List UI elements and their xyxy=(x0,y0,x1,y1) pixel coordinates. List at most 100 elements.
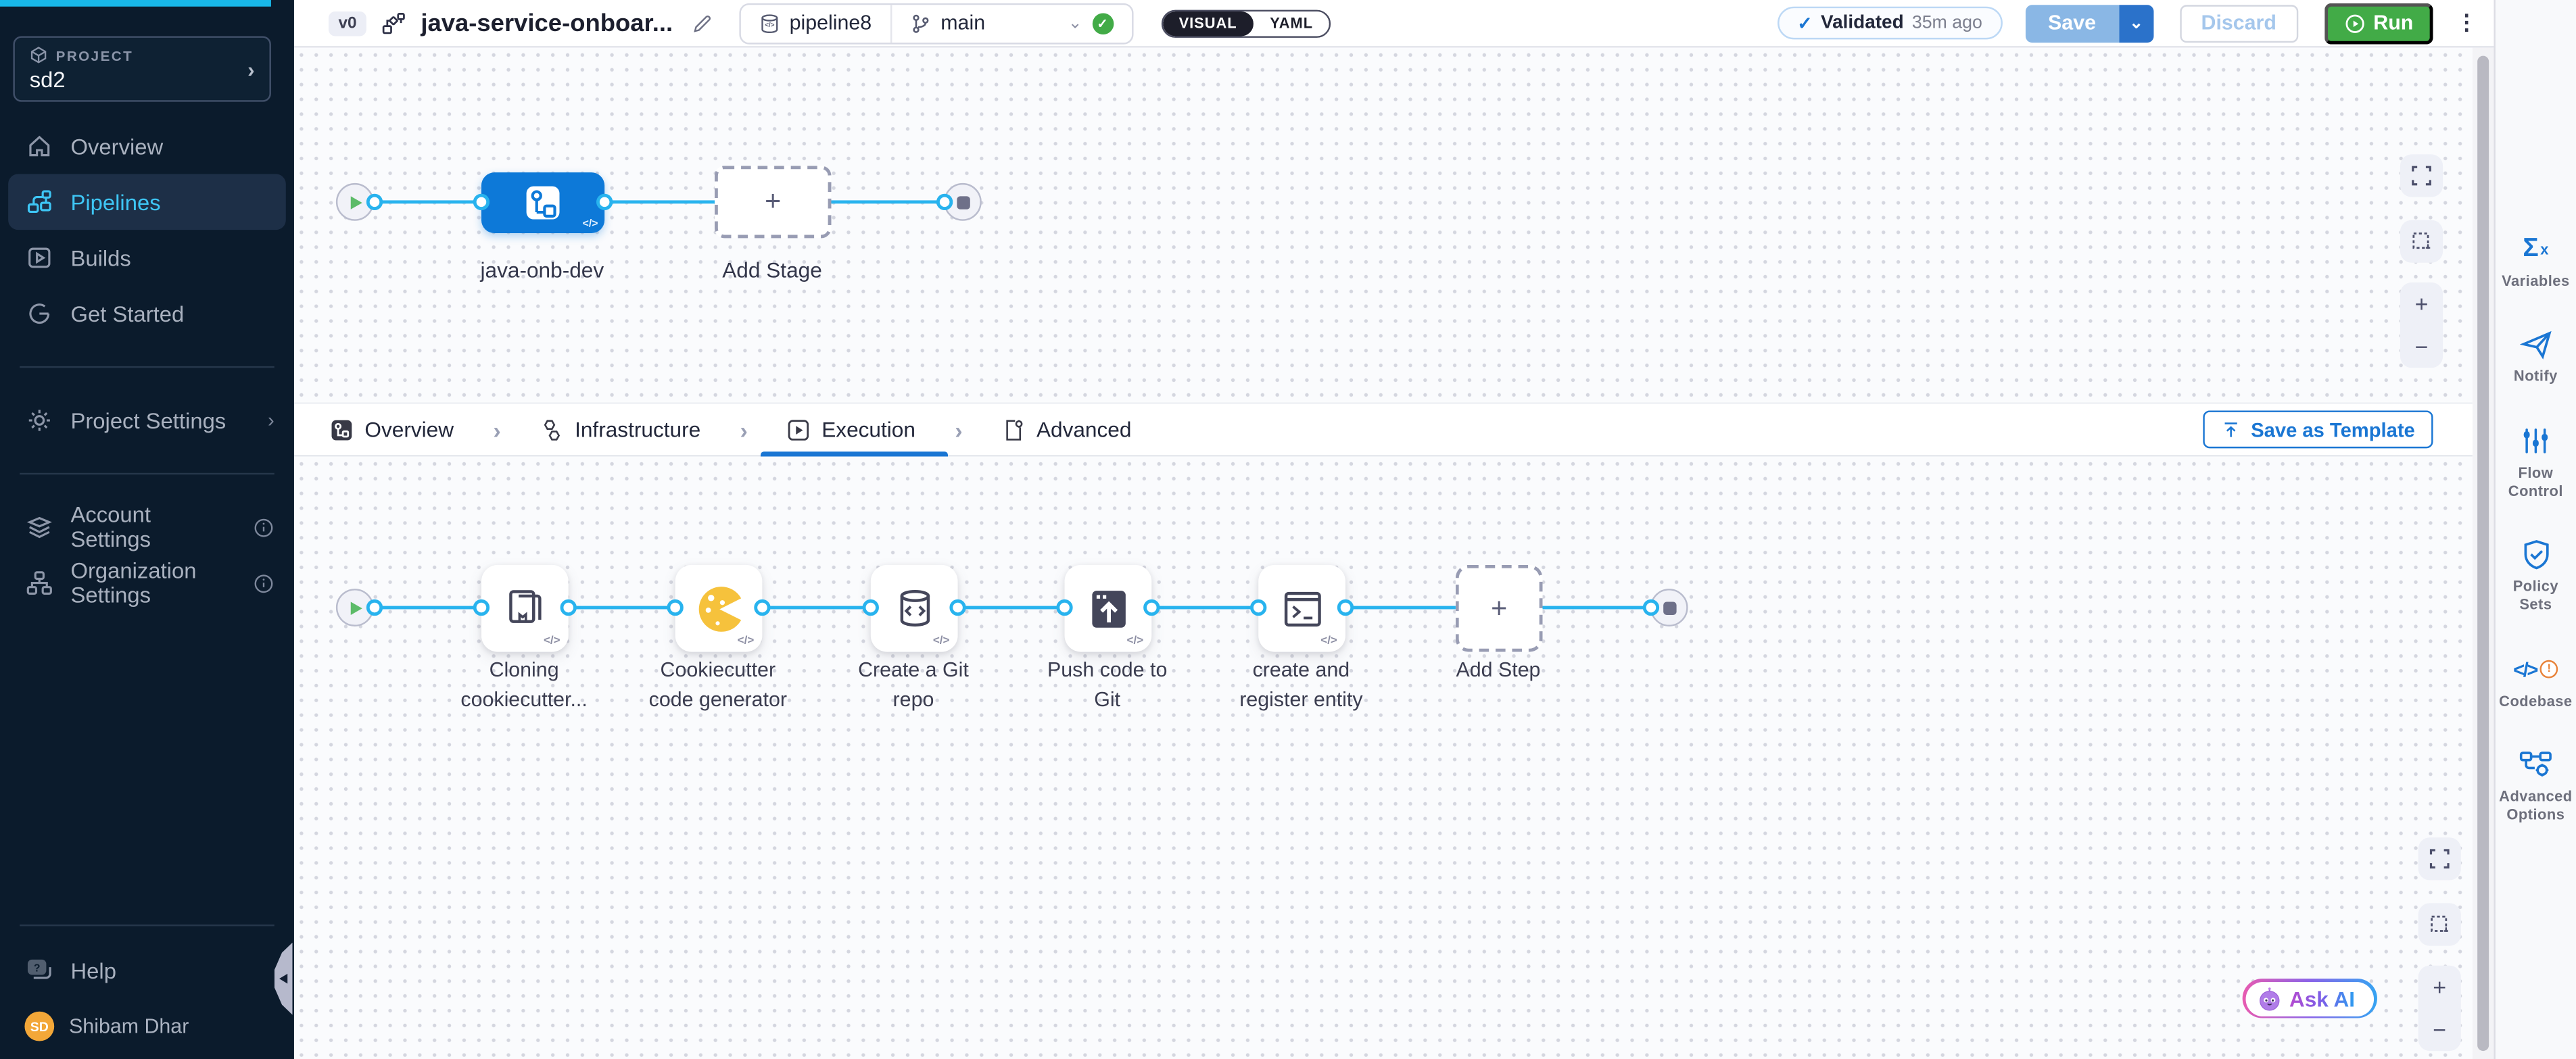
run-label: Run xyxy=(2373,11,2413,34)
validated-badge[interactable]: ✓ Validated 35m ago xyxy=(1778,7,2002,40)
stage-overview-icon xyxy=(330,418,353,441)
start-play-icon xyxy=(350,601,368,614)
fit-to-screen-button[interactable] xyxy=(2400,154,2443,197)
stage-node-java-onb-dev[interactable]: </> xyxy=(481,172,604,233)
run-button[interactable]: Run xyxy=(2324,3,2433,44)
upload-icon xyxy=(2221,420,2241,439)
tab-overview[interactable]: Overview xyxy=(330,404,454,455)
notify-icon xyxy=(2519,329,2552,362)
project-name: sd2 xyxy=(30,68,247,92)
panel-item-codebase[interactable]: </> ! Codebase xyxy=(2496,653,2575,711)
project-selector[interactable]: PROJECT sd2 › xyxy=(13,36,270,101)
repo-store-icon: </> xyxy=(758,12,780,34)
connector-port xyxy=(366,599,383,616)
step-node-register-entity[interactable]: </> xyxy=(1258,565,1345,652)
stage-name-label: java-onb-dev xyxy=(444,257,641,282)
toggle-yaml[interactable]: YAML xyxy=(1254,11,1329,35)
svg-text:</>: </> xyxy=(764,21,773,28)
git-clone-icon xyxy=(500,584,550,633)
zoom-in-button[interactable]: + xyxy=(2433,975,2446,998)
edit-icon[interactable] xyxy=(691,12,713,34)
fit-to-screen-button[interactable] xyxy=(2418,837,2461,880)
tab-execution[interactable]: Execution xyxy=(787,404,915,455)
connector-port xyxy=(754,599,770,616)
advanced-options-icon xyxy=(2519,748,2553,781)
code-icon: </> xyxy=(933,635,950,647)
panel-item-advanced-options[interactable]: Advanced Options xyxy=(2496,748,2575,824)
toggle-visual[interactable]: VISUAL xyxy=(1162,11,1254,35)
sidebar-item-label: Builds xyxy=(70,245,130,270)
stage-canvas[interactable]: </> java-onb-dev + Add Stage + − xyxy=(294,47,2473,402)
branch-selector[interactable]: main ⌄ ✓ xyxy=(891,4,1131,42)
sidebar-item-help[interactable]: ? Help xyxy=(0,943,294,999)
user-menu[interactable]: SD Shibam Dhar xyxy=(0,998,294,1059)
code-icon: </> xyxy=(738,635,755,647)
policy-shield-icon xyxy=(2519,539,2552,572)
tab-infrastructure[interactable]: Infrastructure xyxy=(540,404,700,455)
chevron-right-icon: › xyxy=(740,416,748,443)
sidebar-item-get-started[interactable]: Get Started xyxy=(0,286,294,342)
sidebar-item-organization-settings[interactable]: Organization Settings xyxy=(0,555,294,611)
right-toolbar: Σx Variables Notify Flow Control Policy … xyxy=(2494,0,2575,1059)
connector-port xyxy=(1056,599,1072,616)
tab-label: Execution xyxy=(821,417,915,441)
panel-item-policy-sets[interactable]: Policy Sets xyxy=(2496,539,2575,615)
add-step-button[interactable]: + xyxy=(1456,565,1543,652)
plus-icon: + xyxy=(1491,592,1507,625)
project-label: PROJECT xyxy=(56,47,134,63)
save-as-template-button[interactable]: Save as Template xyxy=(2203,410,2433,448)
more-options-icon[interactable]: ⋮ xyxy=(2456,10,2478,36)
connector-port xyxy=(366,194,383,210)
zoom-in-button[interactable]: + xyxy=(2415,293,2429,316)
connector-port xyxy=(560,599,577,616)
stop-icon xyxy=(956,195,969,208)
sidebar-item-label: Get Started xyxy=(70,301,184,326)
pipeline-store-value: pipeline8 xyxy=(790,11,872,34)
tab-advanced[interactable]: Advanced xyxy=(1002,404,1132,455)
stop-icon xyxy=(1663,601,1675,614)
run-play-icon xyxy=(2344,12,2366,34)
sidebar-item-project-settings[interactable]: Project Settings › xyxy=(0,393,294,449)
panel-item-label: Flow Control xyxy=(2496,464,2575,501)
sidebar-item-builds[interactable]: Builds xyxy=(0,230,294,286)
save-menu-button[interactable]: ⌄ xyxy=(2119,4,2153,42)
zoom-out-button[interactable]: − xyxy=(2433,1018,2446,1041)
topbar: v0 java-service-onboar... </> pipeline8 … xyxy=(294,0,2494,47)
step-node-cloning-cookiecutter[interactable]: </> xyxy=(481,565,569,652)
step-label: Cookiecutter code generator xyxy=(623,655,813,714)
execution-canvas[interactable]: </> Cloning cookiecutter... </> Cookiecu… xyxy=(294,456,2473,1059)
pipelines-icon xyxy=(24,188,52,216)
plus-icon: + xyxy=(765,186,781,219)
sidebar-item-pipelines[interactable]: Pipelines xyxy=(8,174,286,230)
sidebar-item-overview[interactable]: Overview xyxy=(0,118,294,174)
sidebar-item-label: Project Settings xyxy=(70,408,226,433)
avatar: SD xyxy=(24,1012,54,1041)
step-node-push-code[interactable]: </> xyxy=(1065,565,1152,652)
ask-ai-button[interactable]: Ask AI xyxy=(2243,979,2377,1018)
panel-item-variables[interactable]: Σx Variables xyxy=(2496,233,2575,291)
reset-selection-button[interactable] xyxy=(2400,220,2443,263)
upload-push-icon xyxy=(1083,584,1132,633)
panel-item-notify[interactable]: Notify xyxy=(2496,329,2575,387)
pipeline-store-selector[interactable]: </> pipeline8 xyxy=(740,4,890,42)
custom-stage-icon xyxy=(524,184,562,222)
pipeline-branch-selector: </> pipeline8 main ⌄ ✓ xyxy=(738,3,1132,44)
save-button[interactable]: Save xyxy=(2025,4,2119,42)
zoom-out-button[interactable]: − xyxy=(2415,335,2429,358)
connector-port xyxy=(473,194,490,210)
variables-icon: Σx xyxy=(2523,233,2548,266)
scrollbar-thumb[interactable] xyxy=(2477,56,2489,1051)
branch-valid-icon: ✓ xyxy=(1092,12,1114,34)
discard-button[interactable]: Discard xyxy=(2180,4,2298,42)
collapse-left-icon xyxy=(275,974,287,984)
step-node-cookiecutter-generator[interactable]: </> xyxy=(675,565,763,652)
reset-selection-button[interactable] xyxy=(2418,903,2461,945)
save-as-template-label: Save as Template xyxy=(2251,418,2415,441)
panel-item-flow-control[interactable]: Flow Control xyxy=(2496,424,2575,501)
panel-item-label: Notify xyxy=(2514,368,2558,387)
tab-label: Overview xyxy=(364,417,454,441)
sidebar-item-account-settings[interactable]: Account Settings xyxy=(0,499,294,556)
step-node-create-git-repo[interactable]: </> xyxy=(871,565,958,652)
add-stage-button[interactable]: + xyxy=(715,166,832,238)
info-icon xyxy=(253,516,275,538)
